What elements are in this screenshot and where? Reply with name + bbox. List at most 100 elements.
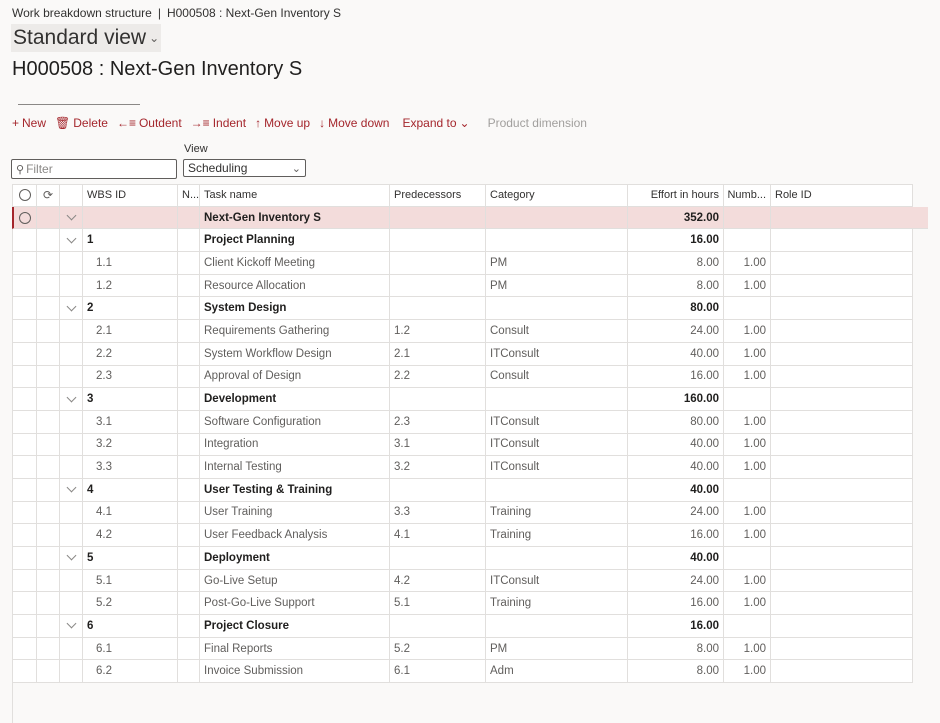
predecessors-cell[interactable]: 3.1 [390, 433, 486, 457]
column-header-n[interactable]: N... [178, 184, 200, 207]
row-select-radio[interactable] [12, 274, 37, 298]
effort-cell[interactable]: 80.00 [628, 297, 724, 321]
category-cell[interactable]: ITConsult [486, 569, 628, 593]
number-cell[interactable]: 1.00 [724, 320, 771, 343]
number-cell[interactable]: 1.00 [724, 524, 771, 547]
category-cell[interactable] [486, 547, 628, 570]
task-name-cell[interactable]: Go-Live Setup [200, 569, 390, 593]
column-header-predecessors[interactable]: Predecessors [390, 184, 486, 207]
category-cell[interactable]: Training [486, 501, 628, 525]
number-cell[interactable]: 1.00 [724, 252, 771, 275]
predecessors-cell[interactable] [390, 274, 486, 298]
table-row[interactable]: 3.3 Internal Testing 3.2 ITConsult 40.00 1.00 [12, 456, 940, 479]
table-row[interactable]: 2.2 System Workflow Design 2.1 ITConsult 40.… [12, 342, 940, 366]
n-cell[interactable] [178, 501, 200, 525]
task-name-cell[interactable]: Integration [200, 433, 390, 457]
table-row[interactable]: 6.1 Final Reports 5.2 PM 8.00 1.00 [12, 637, 940, 661]
table-row[interactable]: 1.1 Client Kickoff Meeting PM 8.00 1.00 [12, 252, 940, 275]
effort-cell[interactable]: 8.00 [628, 274, 724, 298]
indent-button[interactable]: →≡ Indent [191, 116, 246, 130]
category-cell[interactable]: Training [486, 524, 628, 547]
wbs-id-cell[interactable]: 5 [83, 547, 178, 570]
wbs-id-cell[interactable]: 1 [83, 229, 178, 253]
effort-cell[interactable]: 40.00 [628, 547, 724, 570]
table-row[interactable]: 4 User Testing & Training 40.00 [12, 478, 940, 502]
task-name-cell[interactable]: Final Reports [200, 637, 390, 661]
expand-toggle[interactable] [60, 388, 83, 411]
predecessors-cell[interactable]: 4.1 [390, 524, 486, 547]
task-name-cell[interactable]: Project Closure [200, 615, 390, 638]
predecessors-cell[interactable] [390, 615, 486, 638]
expand-toggle[interactable] [60, 297, 83, 321]
breadcrumb-item-wbs[interactable]: Work breakdown structure [12, 6, 152, 20]
predecessors-cell[interactable] [390, 547, 486, 570]
row-select-radio[interactable] [12, 501, 37, 525]
table-row[interactable]: 4.2 User Feedback Analysis 4.1 Training 16.0… [12, 524, 940, 547]
new-button[interactable]: + New [12, 116, 46, 130]
number-cell[interactable]: 1.00 [724, 433, 771, 457]
role-id-cell[interactable] [771, 478, 913, 502]
category-cell[interactable]: ITConsult [486, 342, 628, 366]
predecessors-cell[interactable]: 6.1 [390, 660, 486, 684]
select-all-radio[interactable] [12, 184, 37, 207]
row-select-radio[interactable] [12, 297, 37, 321]
wbs-id-cell[interactable]: 1.1 [83, 252, 178, 275]
number-cell[interactable]: 1.00 [724, 501, 771, 525]
category-cell[interactable] [486, 388, 628, 411]
effort-cell[interactable]: 16.00 [628, 615, 724, 638]
category-cell[interactable]: Consult [486, 365, 628, 389]
task-name-cell[interactable]: Next-Gen Inventory S [200, 206, 390, 230]
wbs-id-cell[interactable]: 3.1 [83, 410, 178, 434]
row-select-radio[interactable] [12, 524, 37, 547]
table-row[interactable]: 3 Development 160.00 [12, 388, 940, 411]
task-name-cell[interactable]: Approval of Design [200, 365, 390, 389]
column-header-category[interactable]: Category [486, 184, 628, 207]
predecessors-cell[interactable] [390, 206, 486, 230]
role-id-cell[interactable] [771, 569, 913, 593]
task-name-cell[interactable]: Invoice Submission [200, 660, 390, 684]
wbs-id-cell[interactable]: 2 [83, 297, 178, 321]
role-id-cell[interactable] [771, 637, 913, 661]
row-select-radio[interactable] [12, 569, 37, 593]
effort-cell[interactable]: 16.00 [628, 365, 724, 389]
column-header-task-name[interactable]: Task name [200, 184, 390, 207]
effort-cell[interactable]: 8.00 [628, 252, 724, 275]
wbs-id-cell[interactable]: 2.3 [83, 365, 178, 389]
expand-toggle[interactable] [60, 229, 83, 253]
effort-cell[interactable]: 40.00 [628, 342, 724, 366]
role-id-cell[interactable] [771, 365, 913, 389]
row-select-radio[interactable] [12, 320, 37, 343]
task-name-cell[interactable]: Resource Allocation [200, 274, 390, 298]
n-cell[interactable] [178, 229, 200, 253]
wbs-id-cell[interactable]: 5.1 [83, 569, 178, 593]
wbs-id-cell[interactable]: 2.2 [83, 342, 178, 366]
n-cell[interactable] [178, 524, 200, 547]
effort-cell[interactable]: 24.00 [628, 569, 724, 593]
table-row[interactable]: 1 Project Planning 16.00 [12, 229, 940, 253]
move-up-button[interactable]: ↑ Move up [255, 116, 310, 130]
view-dropdown[interactable]: Scheduling ⌄ [183, 159, 306, 177]
predecessors-cell[interactable]: 1.2 [390, 320, 486, 343]
role-id-cell[interactable] [771, 660, 913, 684]
role-id-cell[interactable] [771, 547, 913, 570]
row-select-radio[interactable] [12, 592, 37, 616]
n-cell[interactable] [178, 547, 200, 570]
effort-cell[interactable]: 40.00 [628, 433, 724, 457]
column-header-effort[interactable]: Effort in hours [628, 184, 724, 207]
table-row[interactable]: 2 System Design 80.00 [12, 297, 940, 321]
category-cell[interactable] [486, 478, 628, 502]
row-select-radio[interactable] [12, 206, 37, 230]
filter-field[interactable]: ⚲ [11, 159, 177, 179]
wbs-id-cell[interactable]: 3.3 [83, 456, 178, 479]
number-cell[interactable] [724, 388, 771, 411]
row-select-radio[interactable] [12, 365, 37, 389]
n-cell[interactable] [178, 410, 200, 434]
role-id-cell[interactable] [771, 252, 913, 275]
n-cell[interactable] [178, 320, 200, 343]
wbs-id-cell[interactable]: 3.2 [83, 433, 178, 457]
table-row[interactable]: 3.2 Integration 3.1 ITConsult 40.00 1.00 [12, 433, 940, 457]
task-name-cell[interactable]: System Workflow Design [200, 342, 390, 366]
n-cell[interactable] [178, 569, 200, 593]
wbs-id-cell[interactable]: 6.1 [83, 637, 178, 661]
predecessors-cell[interactable]: 2.1 [390, 342, 486, 366]
